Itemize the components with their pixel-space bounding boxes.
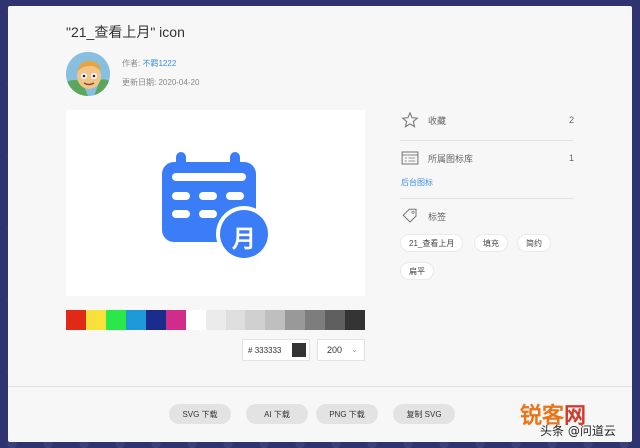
hex-value: 333333 <box>254 345 282 355</box>
footer-divider <box>8 386 632 387</box>
favorite-label: 收藏 <box>428 115 447 126</box>
divider <box>400 198 574 199</box>
svg-download-button[interactable]: SVG 下载 <box>169 404 231 424</box>
color-swatch[interactable] <box>285 310 306 330</box>
color-swatch[interactable] <box>245 310 266 330</box>
month-badge-text: 月 <box>232 225 256 253</box>
author-avatar[interactable] <box>66 52 110 96</box>
color-swatch[interactable] <box>325 310 346 330</box>
copy-svg-button[interactable]: 复制 SVG <box>393 404 455 424</box>
library-icon <box>400 148 420 168</box>
library-count: 1 <box>568 153 574 163</box>
divider <box>400 140 574 141</box>
color-swatch[interactable] <box>85 310 106 330</box>
color-swatch[interactable] <box>265 310 286 330</box>
ai-download-button[interactable]: AI 下载 <box>246 404 308 424</box>
update-date: 2020-04-20 <box>158 78 200 87</box>
library-row: 所属图标库 1 <box>400 146 574 170</box>
color-swatch[interactable] <box>66 310 86 330</box>
favorite-count: 2 <box>568 115 574 125</box>
tags-header: 标签 <box>400 204 574 228</box>
star-icon[interactable] <box>400 110 420 130</box>
tag-icon <box>400 206 420 226</box>
current-color-chip[interactable] <box>292 343 306 357</box>
library-label: 所属图标库 <box>428 153 474 164</box>
author-name-link[interactable]: 不羁1222 <box>142 59 176 68</box>
date-label: 更新日期: <box>122 78 157 87</box>
watermark: 锐客网 头条 @问道云 <box>518 398 636 442</box>
size-select[interactable]: 200 ⌄ <box>317 339 365 361</box>
color-swatch[interactable] <box>145 310 166 330</box>
library-link[interactable]: 后台图标 <box>401 177 433 188</box>
tags-label: 标签 <box>428 211 447 222</box>
favorite-row[interactable]: 收藏 2 <box>400 108 574 132</box>
tag-chip[interactable]: 填充 <box>474 234 508 252</box>
tag-chip[interactable]: 21_查看上月 <box>400 234 464 252</box>
tag-chip[interactable]: 简约 <box>517 234 551 252</box>
color-palette <box>66 310 366 330</box>
icon-detail-dialog: "21_查看上月" icon 作者: 不羁1222 更新日期: 2020-04-… <box>8 6 632 442</box>
watermark-caption: 头条 @问道云 <box>540 424 616 438</box>
hex-color-input[interactable]: # 333333 <box>242 339 310 361</box>
author-line: 作者: 不羁1222 <box>122 58 176 69</box>
color-swatch[interactable] <box>345 310 366 330</box>
chevron-down-icon: ⌄ <box>351 345 358 354</box>
hex-prefix: # <box>248 345 253 355</box>
color-swatch[interactable] <box>105 310 126 330</box>
size-value: 200 <box>327 345 343 355</box>
calendar-month-icon <box>162 152 272 262</box>
tag-chip[interactable]: 扁平 <box>400 262 434 280</box>
color-swatch[interactable] <box>125 310 146 330</box>
png-download-button[interactable]: PNG 下载 <box>316 404 378 424</box>
dialog-title: "21_查看上月" icon <box>66 24 185 40</box>
color-swatch[interactable] <box>225 310 246 330</box>
icon-preview: 月 <box>66 110 365 296</box>
color-swatch[interactable] <box>165 310 186 330</box>
color-swatch[interactable] <box>185 310 206 330</box>
color-swatch[interactable] <box>205 310 226 330</box>
author-label: 作者: <box>122 59 141 68</box>
color-swatch[interactable] <box>305 310 326 330</box>
update-date-line: 更新日期: 2020-04-20 <box>122 77 199 88</box>
